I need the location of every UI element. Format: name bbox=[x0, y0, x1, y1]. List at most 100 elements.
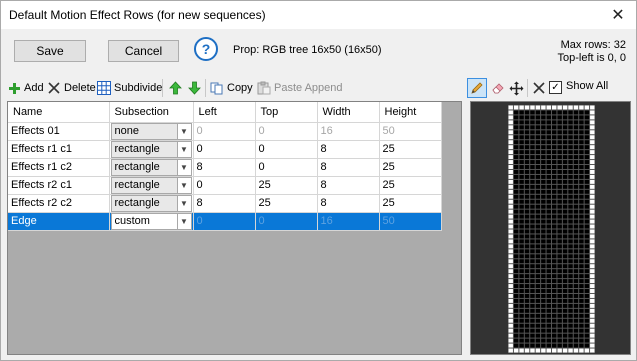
move-icon[interactable] bbox=[507, 79, 525, 97]
node bbox=[579, 234, 584, 239]
clear-icon[interactable] bbox=[530, 79, 548, 97]
show-all-checkbox[interactable]: ✓ bbox=[549, 81, 562, 94]
cell-height[interactable]: 50 bbox=[379, 212, 442, 231]
table-row[interactable]: Effects r2 c1 rectangle ▼ 0 25 8 25 bbox=[8, 176, 442, 195]
node bbox=[568, 274, 573, 279]
node bbox=[584, 209, 590, 214]
cell-left[interactable]: 8 bbox=[193, 194, 256, 213]
cell-width[interactable]: 8 bbox=[317, 176, 380, 195]
node bbox=[557, 110, 562, 115]
delete-button[interactable]: Delete bbox=[47, 80, 96, 96]
cell-name[interactable]: Edge bbox=[8, 212, 110, 231]
column-header-left[interactable]: Left bbox=[193, 102, 256, 123]
node bbox=[557, 179, 562, 184]
cell-subsection[interactable]: rectangle ▼ bbox=[109, 176, 194, 195]
cell-left[interactable]: 0 bbox=[193, 122, 256, 141]
chevron-down-icon[interactable]: ▼ bbox=[176, 123, 191, 139]
subsection-dropdown[interactable]: rectangle ▼ bbox=[110, 140, 192, 158]
node bbox=[552, 249, 557, 254]
cell-width[interactable]: 8 bbox=[317, 140, 380, 159]
column-header-width[interactable]: Width bbox=[317, 102, 380, 123]
prop-preview-panel[interactable] bbox=[470, 101, 631, 355]
node bbox=[535, 219, 541, 224]
cancel-button[interactable]: Cancel bbox=[108, 40, 179, 62]
cell-width[interactable]: 8 bbox=[317, 194, 380, 213]
subsection-dropdown[interactable]: none ▼ bbox=[110, 122, 192, 140]
cell-width[interactable]: 16 bbox=[317, 122, 380, 141]
node-grid-preview[interactable] bbox=[508, 105, 595, 353]
cell-subsection[interactable]: rectangle ▼ bbox=[109, 158, 194, 177]
node bbox=[568, 264, 573, 269]
node bbox=[519, 318, 524, 323]
node bbox=[546, 194, 551, 199]
column-header-subsection[interactable]: Subsection bbox=[109, 102, 194, 123]
cell-left[interactable]: 0 bbox=[193, 212, 256, 231]
chevron-down-icon[interactable]: ▼ bbox=[176, 159, 191, 175]
node bbox=[535, 145, 541, 150]
subsection-value: rectangle bbox=[114, 196, 160, 209]
add-button[interactable]: Add bbox=[7, 80, 44, 96]
node bbox=[562, 284, 568, 289]
effect-rows-grid[interactable]: Name Subsection Left Top Width Height Ef… bbox=[7, 101, 462, 355]
chevron-down-icon[interactable]: ▼ bbox=[176, 213, 191, 229]
chevron-down-icon[interactable]: ▼ bbox=[176, 177, 191, 193]
subsection-dropdown[interactable]: rectangle ▼ bbox=[110, 158, 192, 176]
cell-name[interactable]: Effects r2 c1 bbox=[8, 176, 110, 195]
chevron-down-icon[interactable]: ▼ bbox=[176, 195, 191, 211]
cell-height[interactable]: 25 bbox=[379, 140, 442, 159]
save-button[interactable]: Save bbox=[14, 40, 86, 62]
cell-subsection[interactable]: rectangle ▼ bbox=[109, 194, 194, 213]
column-header-top[interactable]: Top bbox=[255, 102, 318, 123]
table-row[interactable]: Edge custom ▼ 0 0 16 50 bbox=[8, 212, 442, 231]
node bbox=[573, 150, 579, 155]
copy-button[interactable]: Copy bbox=[210, 80, 253, 96]
subsection-dropdown[interactable]: rectangle ▼ bbox=[110, 194, 192, 212]
subsection-dropdown[interactable]: custom ▼ bbox=[110, 212, 192, 230]
cell-top[interactable]: 0 bbox=[255, 122, 318, 141]
cell-height[interactable]: 25 bbox=[379, 176, 442, 195]
cell-top[interactable]: 0 bbox=[255, 158, 318, 177]
table-row[interactable]: Effects r2 c2 rectangle ▼ 8 25 8 25 bbox=[8, 194, 442, 213]
cell-height[interactable]: 25 bbox=[379, 194, 442, 213]
move-up-button[interactable] bbox=[168, 80, 182, 96]
paste-append-button[interactable]: Paste Append bbox=[257, 80, 343, 96]
edge-node bbox=[508, 269, 513, 274]
cell-name[interactable]: Effects r1 c2 bbox=[8, 158, 110, 177]
node bbox=[519, 293, 524, 298]
subsection-dropdown[interactable]: rectangle ▼ bbox=[110, 176, 192, 194]
table-row[interactable]: Effects r1 c2 rectangle ▼ 8 0 8 25 bbox=[8, 158, 442, 177]
chevron-down-icon[interactable]: ▼ bbox=[176, 141, 191, 157]
cell-top[interactable]: 0 bbox=[255, 212, 318, 231]
cell-left[interactable]: 0 bbox=[193, 140, 256, 159]
column-header-name[interactable]: Name bbox=[8, 102, 110, 123]
close-icon[interactable]: ✕ bbox=[600, 1, 636, 29]
edge-node bbox=[590, 293, 595, 298]
cell-subsection[interactable]: rectangle ▼ bbox=[109, 140, 194, 159]
cell-width[interactable]: 8 bbox=[317, 158, 380, 177]
cell-width[interactable]: 16 bbox=[317, 212, 380, 231]
cell-top[interactable]: 25 bbox=[255, 176, 318, 195]
node bbox=[552, 165, 557, 169]
cell-left[interactable]: 0 bbox=[193, 176, 256, 195]
subsection-value: rectangle bbox=[114, 178, 160, 191]
table-row[interactable]: Effects 01 none ▼ 0 0 16 50 bbox=[8, 122, 442, 141]
cell-subsection[interactable]: custom ▼ bbox=[109, 212, 194, 231]
cell-height[interactable]: 50 bbox=[379, 122, 442, 141]
cell-name[interactable]: Effects r2 c2 bbox=[8, 194, 110, 213]
move-down-button[interactable] bbox=[187, 80, 201, 96]
eraser-icon[interactable] bbox=[489, 79, 507, 97]
cell-left[interactable]: 8 bbox=[193, 158, 256, 177]
cell-top[interactable]: 25 bbox=[255, 194, 318, 213]
help-icon[interactable]: ? bbox=[194, 37, 218, 61]
cell-name[interactable]: Effects 01 bbox=[8, 122, 110, 141]
pencil-icon[interactable] bbox=[467, 78, 487, 98]
table-row[interactable]: Effects r1 c1 rectangle ▼ 0 0 8 25 bbox=[8, 140, 442, 159]
cell-top[interactable]: 0 bbox=[255, 140, 318, 159]
edge-node bbox=[508, 160, 513, 165]
cell-subsection[interactable]: none ▼ bbox=[109, 122, 194, 141]
node bbox=[546, 284, 551, 289]
cell-name[interactable]: Effects r1 c1 bbox=[8, 140, 110, 159]
cell-height[interactable]: 25 bbox=[379, 158, 442, 177]
subdivide-button[interactable]: Subdivide bbox=[97, 80, 162, 96]
column-header-height[interactable]: Height bbox=[379, 102, 442, 123]
